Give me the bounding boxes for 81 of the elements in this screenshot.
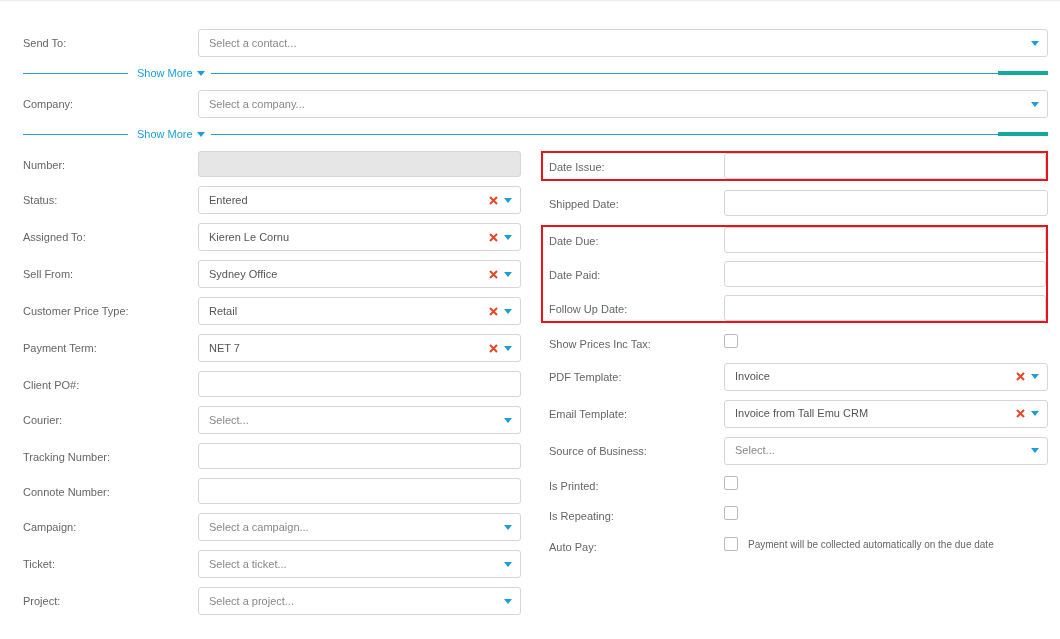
- clear-icon[interactable]: [1016, 409, 1025, 418]
- dropdown-caret-icon[interactable]: [1031, 101, 1039, 107]
- field-label: Sell From:: [23, 267, 75, 282]
- field-label: Date Due:: [549, 234, 600, 249]
- field-label: Show Prices Inc Tax:: [549, 337, 652, 352]
- select-field[interactable]: Select a company...: [198, 90, 1048, 118]
- field-label: Courier:: [23, 413, 64, 428]
- field-label: Client PO#:: [23, 378, 81, 393]
- field-label: Send To:: [23, 36, 68, 51]
- field-label: Payment Term:: [23, 341, 98, 356]
- field-label: Source of Business:: [549, 443, 648, 459]
- input-field[interactable]: [198, 478, 521, 504]
- field-label: Date Issue:: [549, 160, 606, 175]
- select-field[interactable]: Select a project...: [198, 587, 521, 615]
- input-field[interactable]: [724, 295, 1046, 321]
- field-label: Campaign:: [23, 520, 78, 535]
- select-field[interactable]: Select...: [724, 436, 1048, 465]
- select-field[interactable]: Kieren Le Cornu: [198, 223, 521, 251]
- input-field[interactable]: [724, 261, 1046, 287]
- checkbox[interactable]: [724, 475, 738, 490]
- clear-icon[interactable]: [489, 269, 498, 279]
- select-field[interactable]: Invoice: [724, 362, 1048, 391]
- dropdown-caret-icon[interactable]: [504, 234, 512, 240]
- select-field[interactable]: Select a contact...: [198, 29, 1048, 57]
- field-label: Shipped Date:: [549, 197, 620, 212]
- dropdown-caret-icon[interactable]: [504, 197, 512, 203]
- select-field[interactable]: Entered: [198, 186, 521, 214]
- select-field[interactable]: Select...: [198, 406, 521, 434]
- clear-icon[interactable]: [1016, 372, 1025, 381]
- field-label: Connote Number:: [23, 485, 111, 500]
- checkbox[interactable]: [724, 536, 738, 551]
- field-label: Assigned To:: [23, 230, 87, 245]
- select-field[interactable]: Retail: [198, 297, 521, 325]
- clear-icon[interactable]: [489, 343, 498, 353]
- clear-icon[interactable]: [489, 232, 498, 242]
- dropdown-caret-icon[interactable]: [504, 345, 512, 351]
- select-field[interactable]: Select a ticket...: [198, 550, 521, 578]
- select-field[interactable]: NET 7: [198, 334, 521, 362]
- caret-icon[interactable]: [196, 131, 205, 137]
- dropdown-caret-icon[interactable]: [1031, 411, 1039, 416]
- field-label: Email Template:: [549, 406, 629, 422]
- field-label: Date Paid:: [549, 268, 602, 283]
- input-field[interactable]: [198, 443, 521, 469]
- input-field[interactable]: [724, 153, 1046, 179]
- field-label: Customer Price Type:: [23, 304, 130, 319]
- field-label: Is Printed:: [549, 478, 600, 494]
- checkbox[interactable]: [724, 506, 738, 520]
- checkbox[interactable]: [724, 334, 738, 348]
- clear-icon[interactable]: [489, 306, 498, 316]
- caret-icon[interactable]: [196, 70, 205, 76]
- dropdown-caret-icon[interactable]: [504, 308, 512, 314]
- input-field[interactable]: [724, 190, 1048, 216]
- dropdown-caret-icon[interactable]: [504, 598, 512, 604]
- input-field[interactable]: [198, 371, 521, 397]
- field-label: Tracking Number:: [23, 450, 111, 465]
- dropdown-caret-icon[interactable]: [1031, 448, 1039, 453]
- help-text: Payment will be collected automatically on the due date: [748, 537, 994, 552]
- field-label: Number:: [23, 158, 67, 173]
- show-more-link[interactable]: Show More: [128, 66, 197, 80]
- select-field[interactable]: Sydney Office: [198, 260, 521, 288]
- field-label: Project:: [23, 594, 62, 609]
- field-label: Auto Pay:: [549, 539, 598, 555]
- field-label: Follow Up Date:: [549, 302, 629, 317]
- field-label: Status:: [23, 193, 59, 208]
- accent-bar: [998, 71, 1048, 75]
- dropdown-caret-icon[interactable]: [1031, 374, 1039, 379]
- clear-icon[interactable]: [489, 195, 498, 205]
- dropdown-caret-icon[interactable]: [504, 561, 512, 567]
- input-field[interactable]: [724, 227, 1046, 253]
- field-label: Company:: [23, 97, 75, 112]
- field-label: Ticket:: [23, 557, 56, 572]
- select-field[interactable]: Invoice from Tall Emu CRM: [724, 399, 1048, 428]
- select-field[interactable]: Select a campaign...: [198, 513, 521, 541]
- accent-bar: [998, 132, 1048, 136]
- dropdown-caret-icon[interactable]: [504, 524, 512, 530]
- field-label: PDF Template:: [549, 369, 623, 385]
- dropdown-caret-icon[interactable]: [504, 271, 512, 277]
- field-label: Is Repeating:: [549, 509, 615, 524]
- dropdown-caret-icon[interactable]: [1031, 40, 1039, 46]
- dropdown-caret-icon[interactable]: [504, 417, 512, 423]
- show-more-link[interactable]: Show More: [128, 127, 197, 141]
